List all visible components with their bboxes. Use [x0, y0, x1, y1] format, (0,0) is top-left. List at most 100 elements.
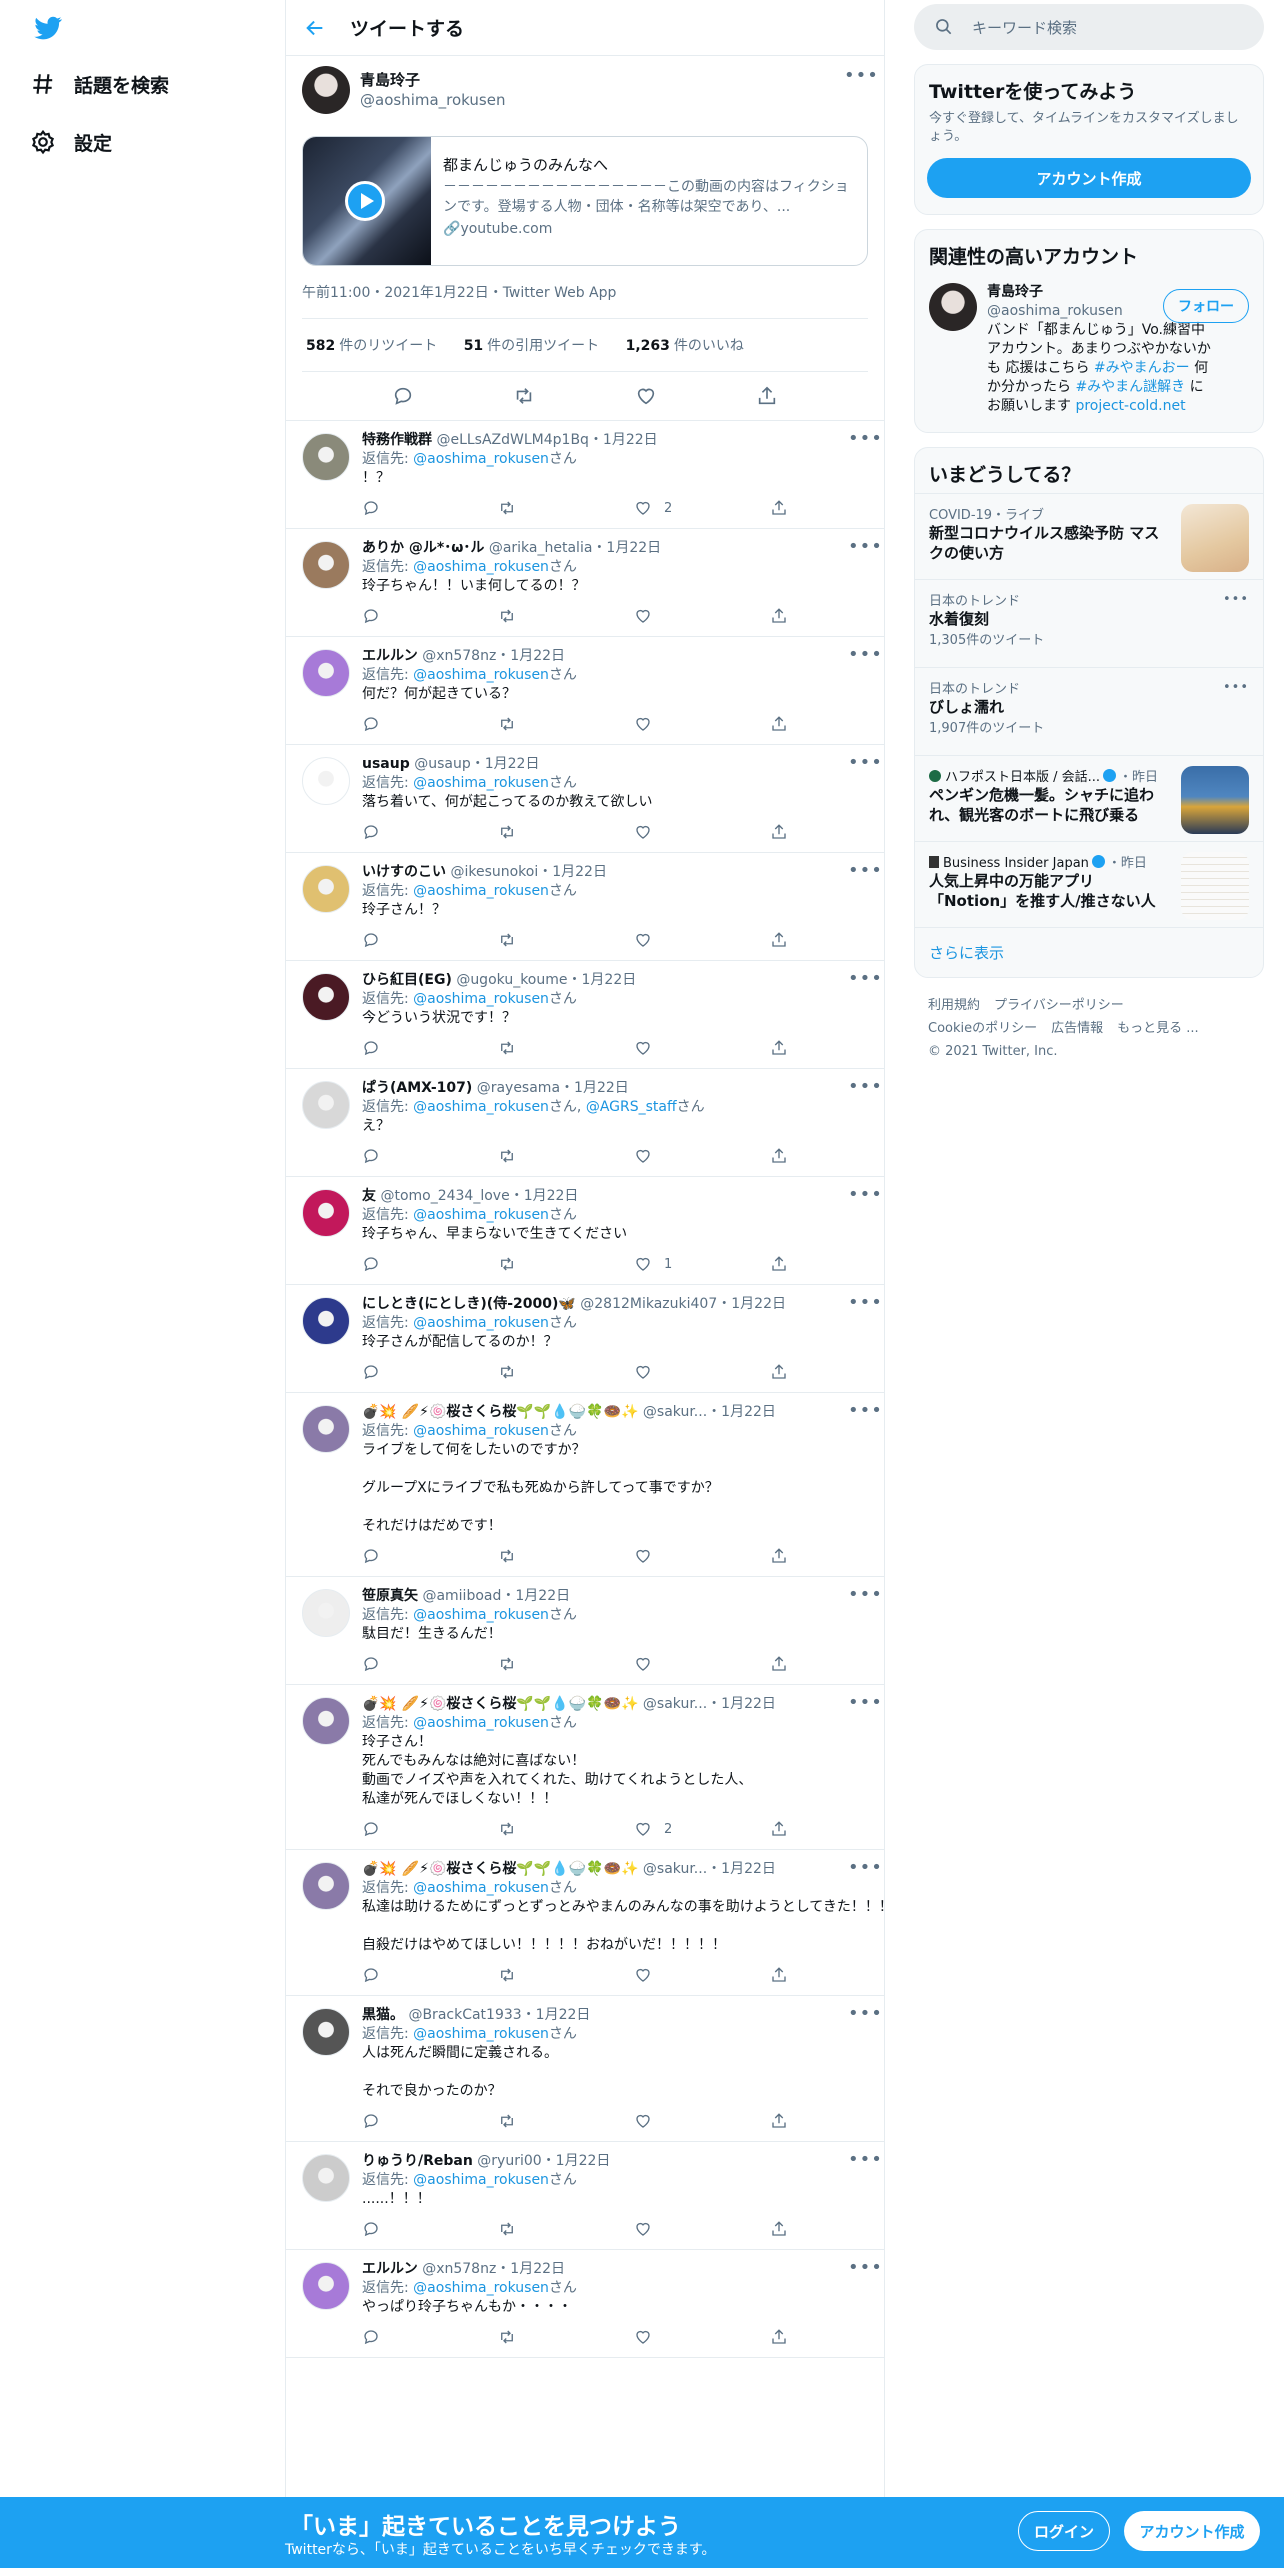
reply-tweet[interactable]: 特務作戦群 @eLLsAZdWLM4p1Bq・1月22日 返信先: @aoshi…: [286, 421, 884, 529]
share-button[interactable]: [770, 715, 906, 733]
reply-author-handle[interactable]: @rayesama: [477, 1080, 560, 1096]
more-options-icon[interactable]: •••: [848, 1586, 882, 1609]
account-item[interactable]: 青島玲子 @aoshima_rokusen バンド「都まんじゅう」Vo.練習中ア…: [915, 275, 1263, 432]
reply-author-name[interactable]: 💣💥 🥖⚡🍥桜さくら桜🌱🌱💧🍚🍀🍩✨: [362, 1696, 638, 1712]
avatar[interactable]: [302, 865, 350, 913]
reply-button[interactable]: [362, 931, 498, 949]
mention-link[interactable]: @aoshima_rokusen: [413, 1315, 549, 1331]
retweet-button[interactable]: [498, 2112, 634, 2130]
reply-date[interactable]: ・1月22日: [592, 540, 661, 556]
mention-link[interactable]: @aoshima_rokusen: [413, 1880, 549, 1896]
reply-author-name[interactable]: エルルン: [362, 648, 418, 664]
reply-button[interactable]: [362, 2220, 498, 2238]
like-button[interactable]: [634, 2112, 770, 2130]
reply-tweet[interactable]: ありか @ル*･ω･ル @arika_hetalia・1月22日 返信先: @a…: [286, 529, 884, 637]
link-card[interactable]: 都まんじゅうのみんなへ －－－－－－－－－－－－－－－－この動画の内容はフィクシ…: [302, 136, 868, 266]
reply-date[interactable]: ・1月22日: [707, 1696, 776, 1712]
back-arrow-icon[interactable]: [304, 17, 326, 39]
tweet-timestamp[interactable]: 午前11:00・2021年1月22日・Twitter Web App: [302, 282, 868, 319]
more-options-icon[interactable]: •••: [848, 754, 882, 777]
reply-author-handle[interactable]: @sakur...: [643, 1861, 707, 1877]
share-button[interactable]: [770, 2112, 906, 2130]
avatar[interactable]: [302, 2262, 350, 2310]
like-button[interactable]: [634, 2220, 770, 2238]
like-button[interactable]: 1: [634, 1255, 770, 1274]
like-button[interactable]: [634, 1363, 770, 1381]
reply-button[interactable]: [362, 2328, 498, 2346]
reply-date[interactable]: ・1月22日: [496, 2261, 565, 2277]
reply-button[interactable]: [362, 823, 498, 841]
reply-button[interactable]: [362, 1255, 498, 1273]
reply-tweet[interactable]: 友 @tomo_2434_love・1月22日 返信先: @aoshima_ro…: [286, 1177, 884, 1285]
reply-author-handle[interactable]: @sakur...: [643, 1404, 707, 1420]
avatar[interactable]: [302, 2154, 350, 2202]
reply-date[interactable]: ・1月22日: [568, 972, 637, 988]
reply-tweet[interactable]: 💣💥 🥖⚡🍥桜さくら桜🌱🌱💧🍚🍀🍩✨ @sakur...・1月22日 返信先: …: [286, 1685, 884, 1850]
reply-tweet[interactable]: エルルン @xn578nz・1月22日 返信先: @aoshima_rokuse…: [286, 2250, 884, 2358]
share-button[interactable]: [770, 1363, 906, 1381]
trend-item[interactable]: Business Insider Japan ・昨日 人気上昇中の万能アプリ「No…: [915, 841, 1263, 927]
like-button[interactable]: [634, 823, 770, 841]
avatar[interactable]: [302, 1405, 350, 1453]
search-input[interactable]: キーワード検索: [914, 4, 1264, 50]
reply-tweet[interactable]: ひら紅目(EG) @ugoku_koume・1月22日 返信先: @aoshim…: [286, 961, 884, 1069]
like-button[interactable]: [634, 1147, 770, 1165]
share-button[interactable]: [770, 1039, 906, 1057]
share-button[interactable]: [770, 1966, 906, 1984]
share-button[interactable]: [770, 1820, 906, 1838]
retweet-button[interactable]: [498, 1147, 634, 1165]
retweet-button[interactable]: [498, 823, 634, 841]
trend-item[interactable]: 日本のトレンド びしょ濡れ 1,907件のツイート •••: [915, 667, 1263, 755]
reply-button[interactable]: [362, 1147, 498, 1165]
retweet-icon[interactable]: [513, 385, 535, 407]
reply-date[interactable]: ・1月22日: [589, 432, 658, 448]
trend-item[interactable]: COVID-19・ライブ 新型コロナウイルス感染予防 マスクの使い方: [915, 493, 1263, 579]
reply-date[interactable]: ・1月22日: [510, 1188, 579, 1204]
share-button[interactable]: [770, 2220, 906, 2238]
reply-date[interactable]: ・1月22日: [542, 2153, 611, 2169]
reply-author-name[interactable]: usaup: [362, 756, 410, 772]
mention-link[interactable]: @aoshima_rokusen: [413, 1207, 549, 1223]
reply-author-name[interactable]: ひら紅目(EG): [362, 972, 452, 988]
mention-link[interactable]: @aoshima_rokusen: [413, 991, 549, 1007]
reply-tweet[interactable]: 💣💥 🥖⚡🍥桜さくら桜🌱🌱💧🍚🍀🍩✨ @sakur...・1月22日 返信先: …: [286, 1393, 884, 1577]
avatar[interactable]: [302, 1697, 350, 1745]
retweet-button[interactable]: [498, 1547, 634, 1565]
reply-tweet[interactable]: ぱう(AMX-107) @rayesama・1月22日 返信先: @aoshim…: [286, 1069, 884, 1177]
reply-date[interactable]: ・1月22日: [707, 1861, 776, 1877]
share-button[interactable]: [770, 1547, 906, 1565]
mention-link[interactable]: @aoshima_rokusen: [413, 775, 549, 791]
footer-link[interactable]: 利用規約: [928, 998, 980, 1013]
mention-link[interactable]: @aoshima_rokusen: [413, 2172, 549, 2188]
more-options-icon[interactable]: •••: [848, 1078, 882, 1101]
reply-button[interactable]: [362, 607, 498, 625]
reply-author-name[interactable]: ありか @ル*･ω･ル: [362, 540, 484, 556]
avatar[interactable]: [302, 1189, 350, 1237]
signup-button[interactable]: アカウント作成: [1124, 2511, 1260, 2551]
avatar[interactable]: [302, 973, 350, 1021]
reply-date[interactable]: ・1月22日: [717, 1296, 786, 1312]
reply-button[interactable]: [362, 1547, 498, 1565]
reply-button[interactable]: [362, 1363, 498, 1381]
more-options-icon[interactable]: •••: [848, 538, 882, 561]
reply-author-handle[interactable]: @arika_hetalia: [489, 540, 593, 556]
mention-link[interactable]: @aoshima_rokusen: [413, 1099, 549, 1115]
retweet-button[interactable]: [498, 1820, 634, 1838]
avatar[interactable]: [302, 1589, 350, 1637]
share-button[interactable]: [770, 823, 906, 841]
reply-date[interactable]: ・1月22日: [501, 1588, 570, 1604]
retweet-button[interactable]: [498, 1966, 634, 1984]
avatar[interactable]: [302, 649, 350, 697]
reply-icon[interactable]: [392, 385, 414, 407]
reply-author-handle[interactable]: @xn578nz: [422, 648, 496, 664]
mention-link[interactable]: @aoshima_rokusen: [413, 1715, 549, 1731]
follow-button[interactable]: フォロー: [1163, 289, 1249, 323]
retweet-button[interactable]: [498, 1255, 634, 1273]
share-button[interactable]: [770, 1147, 906, 1165]
reply-author-name[interactable]: にしとき(にとしき)(侍-2000)🦋: [362, 1296, 576, 1312]
reply-date[interactable]: ・1月22日: [496, 648, 565, 664]
more-options-icon[interactable]: •••: [1223, 592, 1249, 607]
like-button[interactable]: [634, 1966, 770, 1984]
avatar[interactable]: [302, 66, 350, 114]
nav-explore[interactable]: 話題を検索: [30, 64, 169, 104]
